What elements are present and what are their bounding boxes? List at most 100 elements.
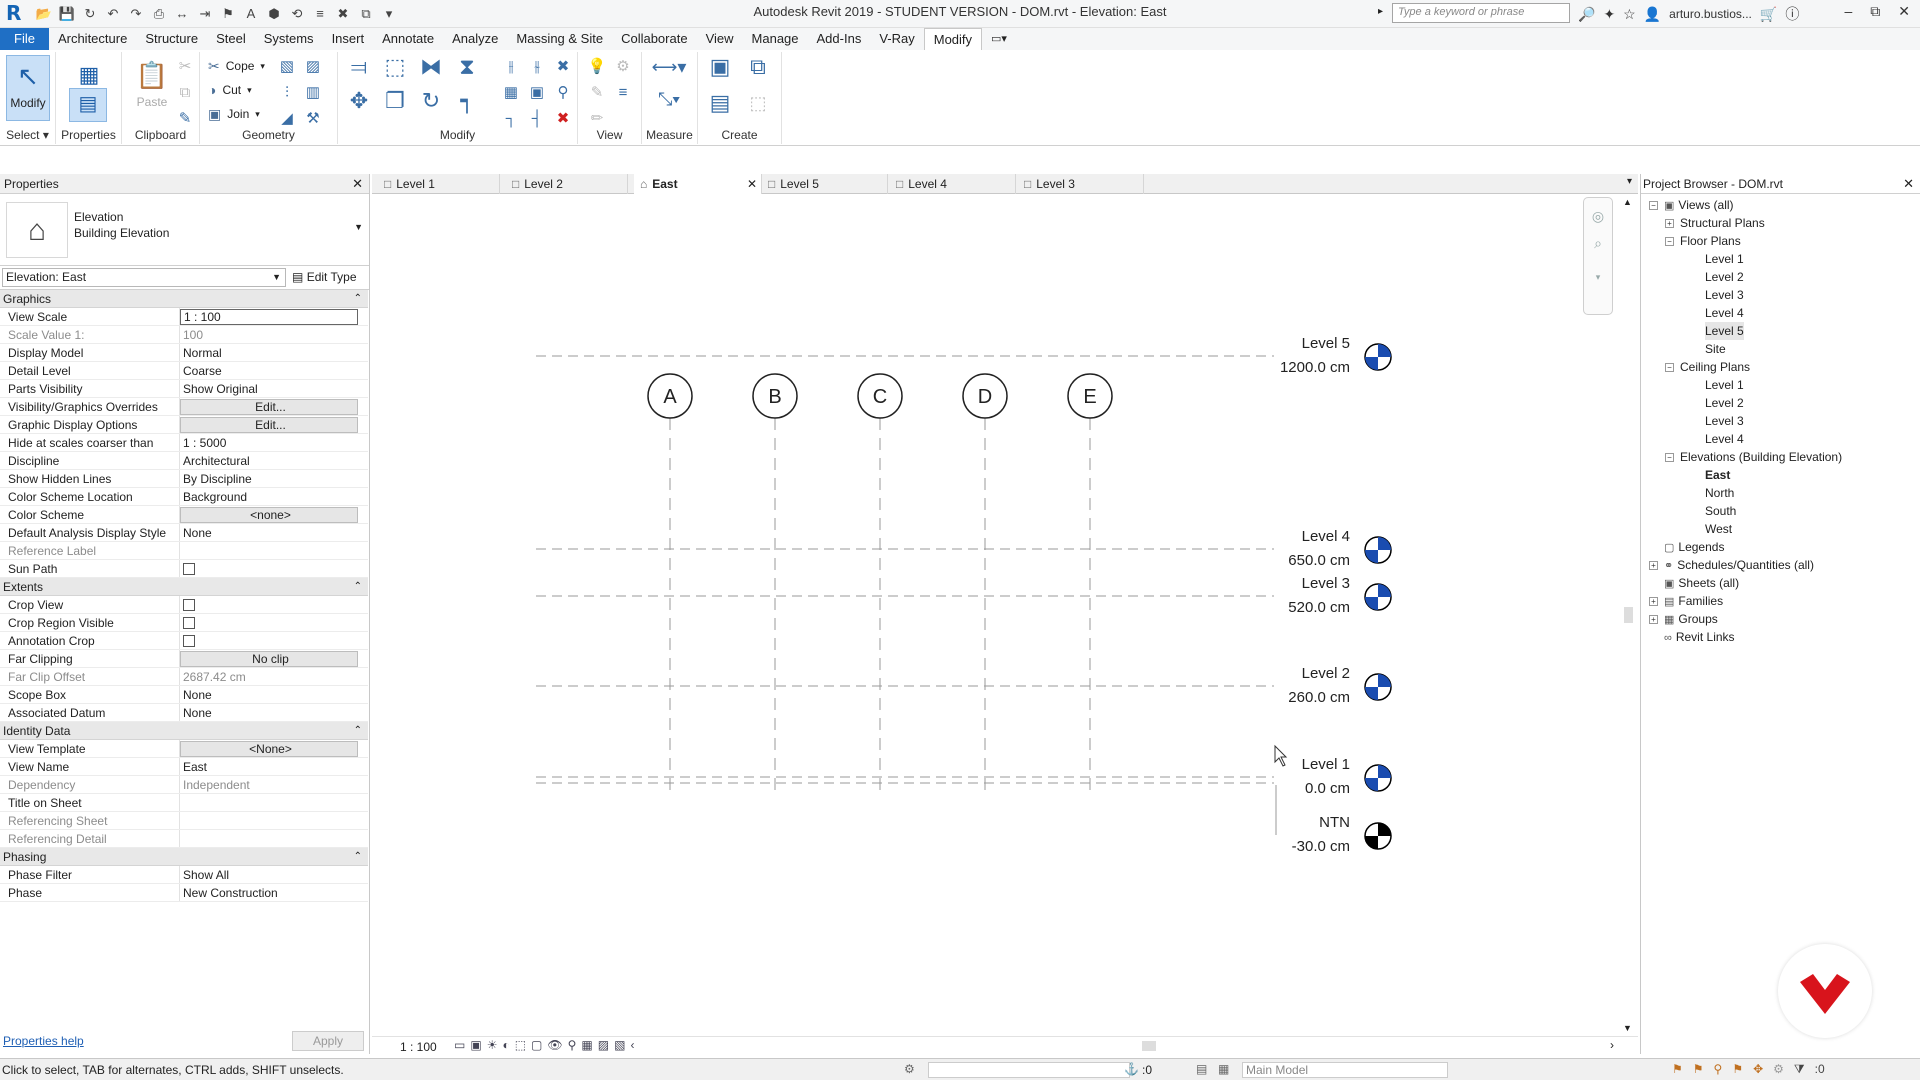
close-hidden-icon[interactable]: ✖	[333, 4, 353, 24]
select-by-face-icon[interactable]: ⚑	[1732, 1062, 1743, 1077]
vertical-scrollbar[interactable]: ▲ ▼	[1621, 195, 1635, 1035]
expand-search-icon[interactable]: ▸	[1378, 6, 1383, 17]
property-value[interactable]: None	[180, 686, 358, 703]
property-value[interactable]	[180, 794, 358, 811]
tab-add-ins[interactable]: Add-Ins	[808, 28, 871, 50]
array-icon[interactable]: ▦	[500, 82, 522, 104]
tab-steel[interactable]: Steel	[207, 28, 255, 50]
view-tab-level-1[interactable]: □ Level 1	[378, 174, 500, 194]
tab-insert[interactable]: Insert	[323, 28, 374, 50]
modify-button[interactable]: ↖ Modify	[6, 55, 50, 121]
browser-node-north[interactable]: North	[1705, 484, 1734, 502]
split-gap-icon[interactable]: ⫳	[526, 56, 548, 78]
steering-wheel-icon[interactable]: ◎	[1584, 208, 1612, 225]
property-value[interactable]: By Discipline	[180, 470, 358, 487]
background-processes-icon[interactable]: ⚙	[1773, 1062, 1784, 1077]
open-icon[interactable]: 📂	[34, 4, 54, 24]
paint-icon[interactable]: ◢	[276, 108, 298, 130]
align-icon[interactable]: ⫤	[344, 56, 374, 86]
trim-extend-icon[interactable]: ┑	[452, 90, 482, 120]
property-value[interactable]: Normal	[180, 344, 358, 361]
browser-node-west[interactable]: West	[1705, 520, 1732, 538]
level-head-icon[interactable]	[1364, 583, 1392, 611]
help-icon[interactable]: ⓘ	[1785, 4, 1799, 24]
cut-clipboard-icon[interactable]: ✂	[174, 56, 196, 78]
browser-node-floor-plans[interactable]: − Floor Plans	[1665, 232, 1741, 250]
cart-icon[interactable]: 🛒	[1760, 6, 1777, 23]
browser-node-legends[interactable]: ▢ Legends	[1649, 538, 1724, 556]
beam-join-icon[interactable]: ▥	[302, 82, 324, 104]
delete-icon[interactable]: ✖	[552, 108, 574, 130]
browser-node-site[interactable]: Site	[1705, 340, 1726, 358]
grid-a[interactable]: A	[647, 373, 693, 797]
scroll-up-icon[interactable]: ▲	[1623, 197, 1632, 207]
subscription-icon[interactable]: ✦	[1603, 6, 1615, 23]
property-value[interactable]: Background	[180, 488, 358, 505]
tab-analyze[interactable]: Analyze	[443, 28, 507, 50]
reveal-hidden-icon[interactable]: ⚲	[568, 1038, 577, 1052]
binoculars-icon[interactable]: 🔎	[1578, 6, 1595, 23]
browser-node-schedules-quantities-all-[interactable]: + ⚭ Schedules/Quantities (all)	[1649, 556, 1814, 574]
view-tab-level-2[interactable]: □ Level 2	[506, 174, 628, 194]
crop-icon[interactable]: ⬚	[515, 1038, 526, 1052]
level-level-1[interactable]: Level 1 0.0 cm	[536, 756, 1392, 797]
thin-lines-view-icon[interactable]: ≡	[612, 82, 634, 104]
filter-icon[interactable]: ⧩	[1794, 1062, 1805, 1077]
collapse-icon[interactable]: −	[1649, 201, 1658, 210]
sun-path-icon[interactable]: ☀	[487, 1038, 498, 1052]
editable-only-icon[interactable]: ⚓	[1124, 1062, 1139, 1076]
measure-distance-icon[interactable]: ⟷▾	[648, 56, 690, 78]
design-options-icon[interactable]: ▤	[1196, 1062, 1207, 1076]
copy-icon[interactable]: ❐	[380, 90, 410, 120]
tab-manage[interactable]: Manage	[743, 28, 808, 50]
drag-elements-icon[interactable]: ✥	[1753, 1062, 1763, 1077]
property-value[interactable]: None	[180, 704, 358, 721]
save-icon[interactable]: 💾	[57, 4, 77, 24]
close-icon[interactable]: ✕	[1903, 174, 1914, 194]
type-selector[interactable]: ⌂ Elevation Building Elevation ▼	[0, 194, 369, 266]
tab-systems[interactable]: Systems	[255, 28, 323, 50]
expand-icon[interactable]: +	[1649, 561, 1658, 570]
view-tab-level-5[interactable]: □ Level 5	[762, 174, 888, 194]
level-head-icon[interactable]	[1364, 822, 1392, 850]
restore-icon[interactable]: ⧉	[1870, 3, 1880, 20]
thin-lines-icon[interactable]: ≡	[310, 4, 330, 24]
tab-annotate[interactable]: Annotate	[373, 28, 443, 50]
browser-node-sheets-all-[interactable]: ▣ Sheets (all)	[1649, 574, 1739, 592]
checkbox[interactable]	[183, 617, 195, 629]
scroll-down-icon[interactable]: ▼	[1623, 1023, 1632, 1033]
group-graphics[interactable]: Graphics ⌃	[0, 290, 368, 308]
browser-node-level-4[interactable]: Level 4	[1705, 304, 1744, 322]
collapse-icon[interactable]: ⌃	[354, 290, 362, 308]
scroll-left-icon[interactable]: ‹	[630, 1038, 634, 1052]
cope-button[interactable]: ✂ Cope ▾	[208, 56, 265, 76]
browser-node-level-5[interactable]: Level 5	[1705, 322, 1744, 340]
select-dropdown[interactable]: Select ▾	[0, 128, 55, 142]
rotate-icon[interactable]: ↻	[416, 90, 446, 120]
ribbon-minimize-icon[interactable]: ▭▾	[982, 28, 1016, 50]
collapse-icon[interactable]: ⌃	[354, 578, 362, 596]
zoom-icon[interactable]: ⌕	[1584, 235, 1612, 252]
split-element-icon[interactable]: ⫶	[276, 82, 298, 104]
trim-multiple-icon[interactable]: ┤	[526, 108, 548, 130]
property-value[interactable]: Architectural	[180, 452, 358, 469]
level-head-icon[interactable]	[1364, 673, 1392, 701]
properties-button[interactable]: ▤	[69, 88, 107, 122]
highlight-displacement-icon[interactable]: ▧	[614, 1038, 625, 1052]
chevron-down-icon[interactable]: ▼	[354, 222, 363, 232]
browser-node-views-all-[interactable]: − ▣ Views (all)	[1649, 196, 1734, 214]
create-assembly-icon[interactable]: ▣	[704, 56, 736, 86]
visual-style-icon[interactable]: ▣	[470, 1038, 481, 1052]
undo-icon[interactable]: ↶	[103, 4, 123, 24]
expand-icon[interactable]: +	[1649, 597, 1658, 606]
offset-icon[interactable]: ⬚	[380, 56, 410, 86]
mirror-pick-axis-icon[interactable]: ⧓	[416, 56, 446, 86]
browser-node-elevations-building-elevation-[interactable]: − Elevations (Building Elevation)	[1665, 448, 1842, 466]
wall-joins-icon[interactable]: ▧	[276, 56, 298, 78]
view-filter-icon[interactable]: ✏	[586, 108, 608, 130]
close-icon[interactable]: ✕	[1898, 3, 1910, 20]
aligned-dimension-icon[interactable]: ⤡▾	[648, 88, 690, 110]
group-phasing[interactable]: Phasing ⌃	[0, 848, 368, 866]
match-type-icon[interactable]: ✎	[174, 108, 196, 130]
properties-help-link[interactable]: Properties help	[3, 1034, 84, 1048]
